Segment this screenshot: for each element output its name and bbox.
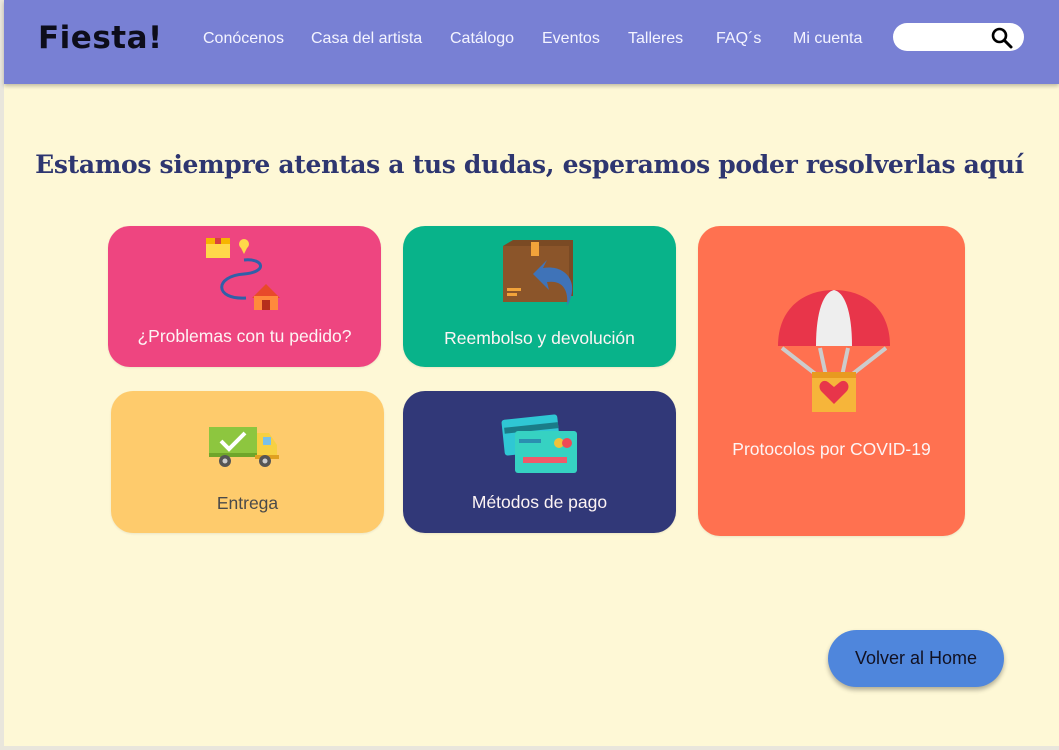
parachute-heart-icon <box>778 290 890 412</box>
nav-link-eventos[interactable]: Eventos <box>542 30 600 48</box>
nav-link-catalogo[interactable]: Catálogo <box>450 30 514 48</box>
brand-logo[interactable]: Fiesta! <box>38 20 163 56</box>
delivery-truck-icon <box>209 427 279 467</box>
search-box <box>893 23 1024 51</box>
faq-card-pago[interactable]: Métodos de pago <box>403 391 676 533</box>
window-frame-bottom <box>0 746 1059 750</box>
faq-card-pedido-label: ¿Problemas con tu pedido? <box>137 326 352 346</box>
window-frame <box>0 0 4 750</box>
nav-link-conocenos[interactable]: Conócenos <box>203 30 284 48</box>
faq-card-entrega-label: Entrega <box>216 493 279 513</box>
credit-cards-icon <box>501 414 577 473</box>
delivery-route-icon <box>206 238 280 310</box>
nav-link-talleres[interactable]: Talleres <box>628 30 683 48</box>
faq-card-covid-label: Protocolos por COVID-19 <box>732 439 931 459</box>
faq-card-reembolso[interactable]: Reembolso y devolución <box>403 226 676 367</box>
search-input[interactable] <box>903 27 987 49</box>
faq-card-pedido[interactable]: ¿Problemas con tu pedido? <box>108 226 381 367</box>
return-box-icon <box>503 240 573 306</box>
nav-link-casa-del-artista[interactable]: Casa del artista <box>311 30 422 48</box>
faq-card-reembolso-label: Reembolso y devolución <box>444 328 635 348</box>
faq-card-entrega[interactable]: Entrega <box>111 391 384 533</box>
nav-link-mi-cuenta[interactable]: Mi cuenta <box>793 30 862 48</box>
nav-link-faqs[interactable]: FAQ´s <box>716 30 761 48</box>
search-icon[interactable] <box>990 26 1014 50</box>
faq-card-pago-label: Métodos de pago <box>471 492 608 512</box>
faq-card-covid[interactable]: Protocolos por COVID-19 <box>698 226 965 536</box>
back-home-button[interactable]: Volver al Home <box>828 630 1004 687</box>
page-heading: Estamos siempre atentas a tus dudas, esp… <box>35 150 1024 179</box>
top-navbar: Fiesta! Conócenos Casa del artista Catál… <box>4 0 1059 84</box>
